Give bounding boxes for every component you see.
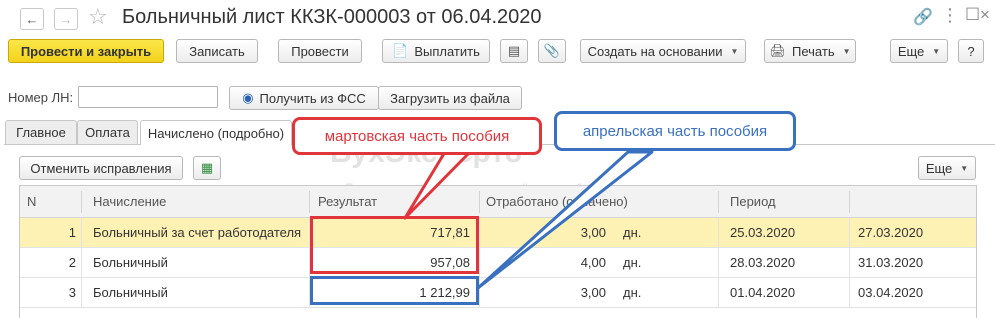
march-highlight-box [310,216,479,274]
april-highlight-box [310,276,479,305]
march-part-callout: мартовская часть пособия [292,117,542,155]
april-part-callout: апрельская часть пособия [554,111,796,151]
annotation-pointers [403,150,654,290]
march-callout-pointer [403,150,472,220]
tab-accrued-detailed[interactable]: Начислено (подробно) [140,120,292,145]
april-callout-pointer [476,150,654,290]
